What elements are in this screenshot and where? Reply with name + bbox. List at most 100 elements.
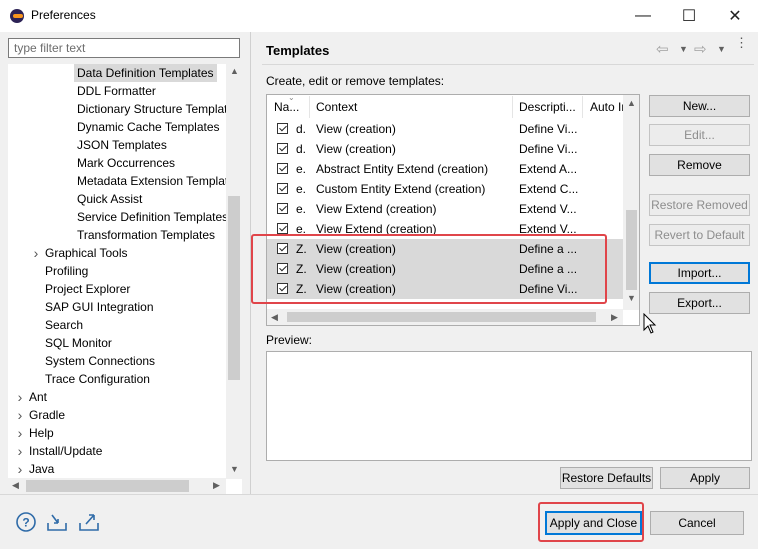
highlight-box-apply-and-close	[538, 502, 644, 542]
enabled-checkbox[interactable]	[277, 203, 288, 214]
tree-item[interactable]: Quick Assist	[77, 190, 142, 208]
tree-item[interactable]: System Connections	[45, 352, 155, 370]
apply-button[interactable]: Apply	[660, 467, 750, 489]
tree-item[interactable]: SQL Monitor	[45, 334, 112, 352]
tree-item[interactable]: Dictionary Structure Templat	[77, 100, 228, 118]
column-header-context[interactable]: Context	[316, 96, 510, 118]
cell-context: Abstract Entity Extend (creation)	[316, 162, 489, 176]
expand-chevron-icon[interactable]: ›	[15, 408, 25, 422]
enabled-checkbox[interactable]	[277, 223, 288, 234]
table-row[interactable]: e. Abstract Entity Extend (creation) Exten…	[267, 159, 625, 179]
scroll-up-icon[interactable]: ▲	[230, 66, 239, 76]
restore-defaults-button[interactable]: Restore Defaults	[560, 467, 653, 489]
tree-item[interactable]: Java	[29, 460, 54, 478]
cell-context: View (creation)	[316, 142, 396, 156]
tree-item[interactable]: SAP GUI Integration	[45, 298, 154, 316]
tree-item[interactable]: JSON Templates	[77, 136, 167, 154]
tree-item[interactable]: Search	[45, 316, 83, 334]
eclipse-logo-icon	[10, 9, 24, 23]
scroll-left-icon[interactable]: ◀	[12, 480, 19, 491]
highlight-box-selected-rows	[251, 234, 607, 304]
cell-name: e.	[296, 202, 307, 216]
tree-item[interactable]: Install/Update	[29, 442, 102, 460]
tree-vertical-scroll-thumb[interactable]	[228, 196, 240, 380]
expand-chevron-icon[interactable]: ›	[15, 390, 25, 404]
preview-label: Preview:	[266, 333, 313, 347]
maximize-button[interactable]: ☐	[666, 0, 712, 32]
cell-description: Extend V...	[519, 202, 577, 216]
new-button[interactable]: New...	[649, 95, 750, 117]
forward-arrow-icon[interactable]: ⇨	[694, 40, 707, 58]
column-header-name[interactable]: Na...	[274, 96, 300, 118]
svg-text:?: ?	[22, 516, 29, 530]
enabled-checkbox[interactable]	[277, 183, 288, 194]
tree-item[interactable]: Profiling	[45, 262, 88, 280]
tree-item[interactable]: Trace Configuration	[45, 370, 150, 388]
tree-item[interactable]: Metadata Extension Templat	[77, 172, 228, 190]
scroll-right-icon[interactable]: ▶	[213, 480, 220, 491]
back-arrow-icon[interactable]: ⇦	[656, 40, 669, 58]
column-separator[interactable]	[512, 96, 513, 118]
table-row[interactable]: e. View Extend (creation) Extend V...	[267, 199, 625, 219]
window-title: Preferences	[31, 8, 96, 22]
expand-chevron-icon[interactable]: ›	[15, 462, 25, 476]
edit-button[interactable]: Edit...	[649, 124, 750, 146]
filter-input[interactable]	[8, 38, 240, 58]
tree-item[interactable]: Help	[29, 424, 54, 442]
enabled-checkbox[interactable]	[277, 163, 288, 174]
revert-to-default-button[interactable]: Revert to Default	[649, 224, 750, 246]
tree-item[interactable]: Data Definition Templates	[74, 64, 217, 82]
minimize-button[interactable]: —	[620, 0, 666, 32]
enabled-checkbox[interactable]	[277, 143, 288, 154]
restore-removed-button[interactable]: Restore Removed	[649, 194, 750, 216]
scroll-up-icon[interactable]: ▲	[627, 98, 636, 108]
help-icon[interactable]: ?	[15, 511, 37, 533]
import-button[interactable]: Import...	[649, 262, 750, 284]
scroll-down-icon[interactable]: ▼	[627, 293, 636, 303]
tree-item[interactable]: Mark Occurrences	[77, 154, 175, 172]
expand-chevron-icon[interactable]: ›	[15, 444, 25, 458]
cell-description: Extend A...	[519, 162, 578, 176]
table-row[interactable]: d. View (creation) Define Vi...	[267, 139, 625, 159]
cell-description: Define Vi...	[519, 122, 578, 136]
back-dropdown-icon[interactable]: ▼	[679, 44, 688, 54]
expand-chevron-icon[interactable]: ›	[15, 426, 25, 440]
tree-item[interactable]: DDL Formatter	[77, 82, 156, 100]
button-bar	[0, 495, 758, 549]
preview-area[interactable]	[266, 351, 752, 461]
scroll-down-icon[interactable]: ▼	[230, 464, 239, 474]
tree-item[interactable]: Ant	[29, 388, 47, 406]
table-row[interactable]: d. View (creation) Define Vi...	[267, 119, 625, 139]
export-icon[interactable]	[78, 511, 100, 533]
tree-horizontal-scroll-thumb[interactable]	[26, 480, 189, 492]
cell-context: View Extend (creation)	[316, 202, 437, 216]
page-title: Templates	[266, 43, 330, 58]
scroll-right-icon[interactable]: ▶	[611, 312, 618, 323]
cell-context: View (creation)	[316, 122, 396, 136]
menu-icon[interactable]: ⋮	[735, 36, 748, 49]
table-vertical-scroll-thumb[interactable]	[626, 210, 637, 290]
cell-context: Custom Entity Extend (creation)	[316, 182, 486, 196]
scroll-left-icon[interactable]: ◀	[271, 312, 278, 323]
column-separator[interactable]	[309, 96, 310, 118]
table-row[interactable]: e. Custom Entity Extend (creation) Extend …	[267, 179, 625, 199]
forward-dropdown-icon[interactable]: ▼	[717, 44, 726, 54]
tree-item[interactable]: Gradle	[29, 406, 65, 424]
tree-item[interactable]: Service Definition Templates	[77, 208, 228, 226]
tree-item[interactable]: Dynamic Cache Templates	[77, 118, 220, 136]
tree-item[interactable]: Project Explorer	[45, 280, 130, 298]
sort-indicator-icon: ⌄	[288, 93, 295, 102]
import-icon[interactable]	[46, 511, 68, 533]
tree-item[interactable]: Transformation Templates	[77, 226, 215, 244]
enabled-checkbox[interactable]	[277, 123, 288, 134]
cancel-button[interactable]: Cancel	[650, 511, 744, 535]
column-header-auto-insert[interactable]: Auto Ir	[590, 96, 624, 118]
expand-chevron-icon[interactable]: ›	[31, 246, 41, 260]
remove-button[interactable]: Remove	[649, 154, 750, 176]
table-horizontal-scroll-thumb[interactable]	[287, 312, 596, 322]
tree-item[interactable]: Graphical Tools	[45, 244, 128, 262]
close-button[interactable]: ✕	[712, 0, 758, 32]
column-separator[interactable]	[582, 96, 583, 118]
export-button[interactable]: Export...	[649, 292, 750, 314]
column-header-description[interactable]: Descripti...	[519, 96, 579, 118]
